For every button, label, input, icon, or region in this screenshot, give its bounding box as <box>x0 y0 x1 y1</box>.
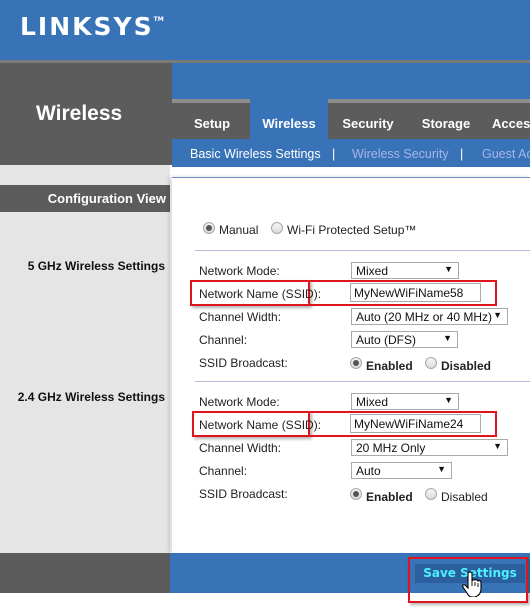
ssid-input-5ghz[interactable]: MyNewWiFiName58 <box>350 283 481 302</box>
dropdown-arrow-icon: ▼ <box>444 395 453 405</box>
subnav-separator: | <box>332 147 336 161</box>
left-panel <box>0 165 170 553</box>
logo-text: LINKSYS <box>20 12 154 41</box>
wps-label: Wi-Fi Protected Setup™ <box>287 223 417 237</box>
channel-label-5ghz: Channel: <box>199 333 248 347</box>
hand-cursor-icon <box>462 571 482 597</box>
linksys-logo: LINKSYSTM <box>20 12 164 41</box>
channel-value: Auto (DFS) <box>356 333 417 347</box>
tab-security[interactable]: Security <box>336 101 400 139</box>
channel-width-label-24ghz: Channel Width: <box>199 441 282 455</box>
subnav-separator: | <box>460 147 464 161</box>
wps-radio[interactable] <box>271 222 283 234</box>
network-mode-select-5ghz[interactable]: Mixed ▼ <box>351 262 459 279</box>
channel-select-24ghz[interactable]: Auto ▼ <box>351 462 452 479</box>
broadcast-enabled-radio-5ghz[interactable] <box>350 357 362 369</box>
ssid-label-24ghz: Network Name (SSID): <box>199 418 322 432</box>
broadcast-enabled-radio-24ghz[interactable] <box>350 488 362 500</box>
page-title: Wireless <box>36 102 123 125</box>
section-24ghz-label: 2.4 GHz Wireless Settings <box>17 390 165 404</box>
subnav-wireless-security[interactable]: Wireless Security <box>352 147 449 161</box>
channel-select-5ghz[interactable]: Auto (DFS) ▼ <box>351 331 458 348</box>
network-mode-value: Mixed <box>356 264 389 278</box>
section-5ghz-label: 5 GHz Wireless Settings <box>27 259 165 273</box>
channel-width-select-5ghz[interactable]: Auto (20 MHz or 40 MHz) ▼ <box>351 308 508 325</box>
ssid-broadcast-label-5ghz: SSID Broadcast: <box>199 356 288 370</box>
network-mode-value: Mixed <box>356 395 389 409</box>
dropdown-arrow-icon: ▼ <box>437 464 446 474</box>
footer-left <box>0 553 170 593</box>
channel-value: Auto <box>356 464 381 478</box>
channel-width-value: 20 MHz Only <box>356 441 426 455</box>
section-divider <box>195 250 530 251</box>
network-mode-label-5ghz: Network Mode: <box>199 264 280 278</box>
network-mode-select-24ghz[interactable]: Mixed ▼ <box>351 393 459 410</box>
manual-label: Manual <box>219 223 259 237</box>
network-mode-label-24ghz: Network Mode: <box>199 395 280 409</box>
dropdown-arrow-icon: ▼ <box>493 310 502 320</box>
broadcast-disabled-label-24ghz: Disabled <box>441 490 488 504</box>
channel-label-24ghz: Channel: <box>199 464 248 478</box>
broadcast-enabled-label-5ghz: Enabled <box>366 359 413 373</box>
ssid-label-5ghz: Network Name (SSID): <box>199 287 322 301</box>
tab-wireless[interactable]: Wireless <box>250 99 328 139</box>
ssid-input-24ghz[interactable]: MyNewWiFiName24 <box>350 414 481 433</box>
section-divider <box>195 381 530 382</box>
ssid-broadcast-label-24ghz: SSID Broadcast: <box>199 487 288 501</box>
broadcast-disabled-label-5ghz: Disabled <box>441 359 492 373</box>
broadcast-disabled-radio-5ghz[interactable] <box>425 357 437 369</box>
configuration-view-label: Configuration View <box>0 185 170 212</box>
sub-navigation: Basic Wireless Settings | Wireless Secur… <box>172 139 530 167</box>
dropdown-arrow-icon: ▼ <box>493 441 502 451</box>
subnav-basic-wireless-settings[interactable]: Basic Wireless Settings <box>190 147 321 161</box>
channel-width-select-24ghz[interactable]: 20 MHz Only ▼ <box>351 439 508 456</box>
trademark: TM <box>153 16 164 23</box>
tab-storage[interactable]: Storage <box>414 101 478 139</box>
channel-width-value: Auto (20 MHz or 40 MHz) <box>356 310 493 324</box>
tab-setup[interactable]: Setup <box>180 101 244 139</box>
broadcast-disabled-radio-24ghz[interactable] <box>425 488 437 500</box>
dropdown-arrow-icon: ▼ <box>443 333 452 343</box>
nav-top-band <box>172 63 530 99</box>
dropdown-arrow-icon: ▼ <box>444 264 453 274</box>
tab-access[interactable]: Acces <box>492 101 530 139</box>
broadcast-enabled-label-24ghz: Enabled <box>366 490 413 504</box>
manual-radio[interactable] <box>203 222 215 234</box>
subnav-guest-access[interactable]: Guest Ac <box>482 147 530 161</box>
channel-width-label-5ghz: Channel Width: <box>199 310 282 324</box>
